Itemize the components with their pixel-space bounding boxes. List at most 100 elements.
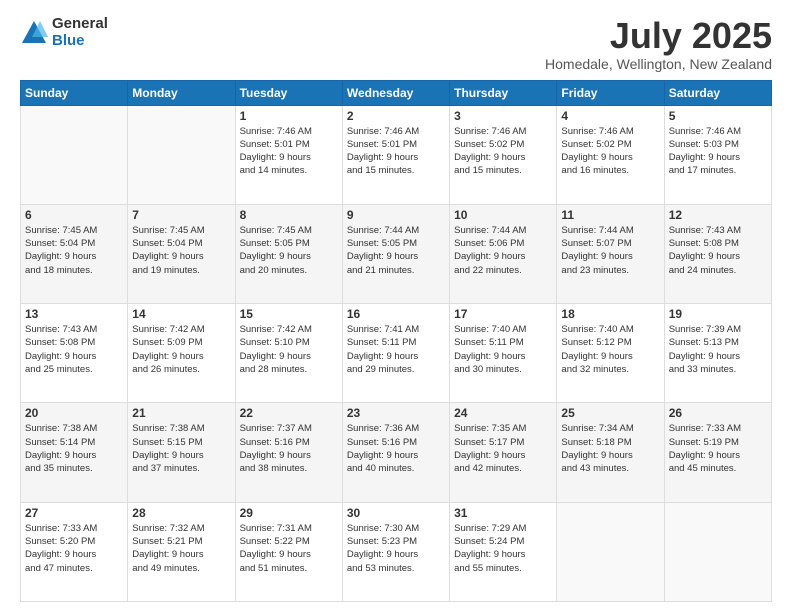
day-number: 11 — [561, 208, 659, 222]
day-info: Sunrise: 7:40 AMSunset: 5:12 PMDaylight:… — [561, 323, 659, 376]
table-row: 4 Sunrise: 7:46 AMSunset: 5:02 PMDaylight… — [557, 105, 664, 204]
day-number: 19 — [669, 307, 767, 321]
day-number: 16 — [347, 307, 445, 321]
table-row: 21 Sunrise: 7:38 AMSunset: 5:15 PMDayligh… — [128, 403, 235, 502]
day-info: Sunrise: 7:43 AMSunset: 5:08 PMDaylight:… — [25, 323, 123, 376]
day-number: 4 — [561, 109, 659, 123]
day-number: 10 — [454, 208, 552, 222]
day-number: 5 — [669, 109, 767, 123]
day-number: 7 — [132, 208, 230, 222]
day-info: Sunrise: 7:44 AMSunset: 5:07 PMDaylight:… — [561, 224, 659, 277]
day-info: Sunrise: 7:29 AMSunset: 5:24 PMDaylight:… — [454, 522, 552, 575]
calendar-week-row: 1 Sunrise: 7:46 AMSunset: 5:01 PMDaylight… — [21, 105, 772, 204]
day-number: 1 — [240, 109, 338, 123]
calendar-week-row: 20 Sunrise: 7:38 AMSunset: 5:14 PMDayligh… — [21, 403, 772, 502]
logo-general-text: General — [52, 16, 108, 33]
day-info: Sunrise: 7:35 AMSunset: 5:17 PMDaylight:… — [454, 422, 552, 475]
table-row: 20 Sunrise: 7:38 AMSunset: 5:14 PMDayligh… — [21, 403, 128, 502]
day-info: Sunrise: 7:46 AMSunset: 5:03 PMDaylight:… — [669, 125, 767, 178]
header: General Blue July 2025 Homedale, Welling… — [20, 16, 772, 72]
table-row: 29 Sunrise: 7:31 AMSunset: 5:22 PMDayligh… — [235, 502, 342, 601]
day-info: Sunrise: 7:37 AMSunset: 5:16 PMDaylight:… — [240, 422, 338, 475]
logo-blue-text: Blue — [52, 33, 108, 50]
day-number: 3 — [454, 109, 552, 123]
table-row: 2Sunrise: 7:46 AMSunset: 5:01 PMDaylight… — [342, 105, 449, 204]
main-title: July 2025 — [545, 16, 772, 56]
day-number: 25 — [561, 406, 659, 420]
day-number: 20 — [25, 406, 123, 420]
calendar-week-row: 13 Sunrise: 7:43 AMSunset: 5:08 PMDayligh… — [21, 304, 772, 403]
day-number: 13 — [25, 307, 123, 321]
day-number: 12 — [669, 208, 767, 222]
day-info: Sunrise: 7:46 AMSunset: 5:01 PMDaylight:… — [240, 125, 338, 178]
col-friday: Friday — [557, 80, 664, 105]
table-row: 14 Sunrise: 7:42 AMSunset: 5:09 PMDayligh… — [128, 304, 235, 403]
day-number: 31 — [454, 506, 552, 520]
table-row: 30 Sunrise: 7:30 AMSunset: 5:23 PMDayligh… — [342, 502, 449, 601]
day-info: Sunrise: 7:46 AMSunset: 5:02 PMDaylight:… — [561, 125, 659, 178]
day-number: 15 — [240, 307, 338, 321]
day-number: 8 — [240, 208, 338, 222]
table-row: 8Sunrise: 7:45 AMSunset: 5:05 PMDaylight… — [235, 204, 342, 303]
table-row: 18Sunrise: 7:40 AMSunset: 5:12 PMDayligh… — [557, 304, 664, 403]
day-number: 29 — [240, 506, 338, 520]
table-row: 15 Sunrise: 7:42 AMSunset: 5:10 PMDayligh… — [235, 304, 342, 403]
day-info: Sunrise: 7:45 AMSunset: 5:04 PMDaylight:… — [132, 224, 230, 277]
day-number: 27 — [25, 506, 123, 520]
subtitle: Homedale, Wellington, New Zealand — [545, 56, 772, 72]
table-row: 26 Sunrise: 7:33 AMSunset: 5:19 PMDayligh… — [664, 403, 771, 502]
day-info: Sunrise: 7:33 AMSunset: 5:20 PMDaylight:… — [25, 522, 123, 575]
day-info: Sunrise: 7:30 AMSunset: 5:23 PMDaylight:… — [347, 522, 445, 575]
day-info: Sunrise: 7:45 AMSunset: 5:04 PMDaylight:… — [25, 224, 123, 277]
day-number: 14 — [132, 307, 230, 321]
day-number: 26 — [669, 406, 767, 420]
table-row: 28Sunrise: 7:32 AMSunset: 5:21 PMDayligh… — [128, 502, 235, 601]
table-row: 27 Sunrise: 7:33 AMSunset: 5:20 PMDayligh… — [21, 502, 128, 601]
day-info: Sunrise: 7:31 AMSunset: 5:22 PMDaylight:… — [240, 522, 338, 575]
day-number: 23 — [347, 406, 445, 420]
table-row: 10Sunrise: 7:44 AMSunset: 5:06 PMDayligh… — [450, 204, 557, 303]
calendar-header-row: Sunday Monday Tuesday Wednesday Thursday… — [21, 80, 772, 105]
day-number: 22 — [240, 406, 338, 420]
day-info: Sunrise: 7:41 AMSunset: 5:11 PMDaylight:… — [347, 323, 445, 376]
day-info: Sunrise: 7:39 AMSunset: 5:13 PMDaylight:… — [669, 323, 767, 376]
title-area: July 2025 Homedale, Wellington, New Zeal… — [545, 16, 772, 72]
day-number: 30 — [347, 506, 445, 520]
day-info: Sunrise: 7:43 AMSunset: 5:08 PMDaylight:… — [669, 224, 767, 277]
table-row: 31 Sunrise: 7:29 AMSunset: 5:24 PMDayligh… — [450, 502, 557, 601]
table-row — [21, 105, 128, 204]
table-row: 1 Sunrise: 7:46 AMSunset: 5:01 PMDaylight… — [235, 105, 342, 204]
table-row: 16 Sunrise: 7:41 AMSunset: 5:11 PMDayligh… — [342, 304, 449, 403]
day-info: Sunrise: 7:38 AMSunset: 5:15 PMDaylight:… — [132, 422, 230, 475]
day-info: Sunrise: 7:32 AMSunset: 5:21 PMDaylight:… — [132, 522, 230, 575]
table-row: 13 Sunrise: 7:43 AMSunset: 5:08 PMDayligh… — [21, 304, 128, 403]
day-info: Sunrise: 7:42 AMSunset: 5:10 PMDaylight:… — [240, 323, 338, 376]
day-info: Sunrise: 7:42 AMSunset: 5:09 PMDaylight:… — [132, 323, 230, 376]
day-info: Sunrise: 7:44 AMSunset: 5:05 PMDaylight:… — [347, 224, 445, 277]
logo-text: General Blue — [52, 16, 108, 49]
table-row: 5 Sunrise: 7:46 AMSunset: 5:03 PMDaylight… — [664, 105, 771, 204]
table-row: 9 Sunrise: 7:44 AMSunset: 5:05 PMDaylight… — [342, 204, 449, 303]
day-info: Sunrise: 7:33 AMSunset: 5:19 PMDaylight:… — [669, 422, 767, 475]
day-number: 24 — [454, 406, 552, 420]
table-row: 12 Sunrise: 7:43 AMSunset: 5:08 PMDayligh… — [664, 204, 771, 303]
table-row: 7 Sunrise: 7:45 AMSunset: 5:04 PMDaylight… — [128, 204, 235, 303]
table-row: 25Sunrise: 7:34 AMSunset: 5:18 PMDayligh… — [557, 403, 664, 502]
col-wednesday: Wednesday — [342, 80, 449, 105]
table-row: 23Sunrise: 7:36 AMSunset: 5:16 PMDayligh… — [342, 403, 449, 502]
col-thursday: Thursday — [450, 80, 557, 105]
table-row: 24 Sunrise: 7:35 AMSunset: 5:17 PMDayligh… — [450, 403, 557, 502]
day-info: Sunrise: 7:38 AMSunset: 5:14 PMDaylight:… — [25, 422, 123, 475]
table-row — [557, 502, 664, 601]
day-number: 21 — [132, 406, 230, 420]
col-saturday: Saturday — [664, 80, 771, 105]
day-number: 2 — [347, 109, 445, 123]
calendar-week-row: 27 Sunrise: 7:33 AMSunset: 5:20 PMDayligh… — [21, 502, 772, 601]
col-sunday: Sunday — [21, 80, 128, 105]
table-row — [664, 502, 771, 601]
table-row: 17Sunrise: 7:40 AMSunset: 5:11 PMDayligh… — [450, 304, 557, 403]
table-row: 6Sunrise: 7:45 AMSunset: 5:04 PMDaylight… — [21, 204, 128, 303]
table-row: 19 Sunrise: 7:39 AMSunset: 5:13 PMDayligh… — [664, 304, 771, 403]
table-row: 3Sunrise: 7:46 AMSunset: 5:02 PMDaylight… — [450, 105, 557, 204]
day-number: 9 — [347, 208, 445, 222]
